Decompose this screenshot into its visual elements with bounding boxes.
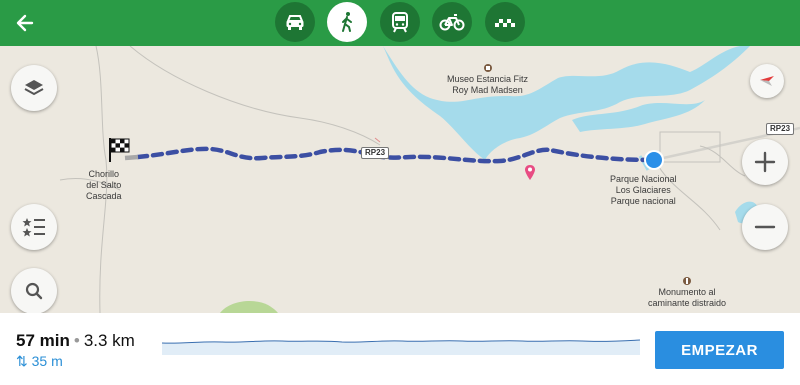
mode-car-button[interactable] xyxy=(275,2,315,42)
favorites-list-button[interactable] xyxy=(11,204,57,250)
search-button[interactable] xyxy=(11,268,57,313)
destination-label: Chorillo del Salto Cascada xyxy=(86,169,122,202)
elevation-arrows-icon: ⇅ xyxy=(16,353,28,369)
mode-transit-button[interactable] xyxy=(380,2,420,42)
separator-dot: • xyxy=(73,331,80,350)
origin-label: Parque Nacional Los Glaciares Parque nac… xyxy=(610,174,677,207)
car-icon xyxy=(286,15,304,30)
elevation-gain: ⇅ 35 m xyxy=(16,353,63,370)
zoom-out-button[interactable] xyxy=(742,204,788,250)
monument-icon xyxy=(683,277,692,285)
route-duration: 57 min xyxy=(16,331,70,350)
elevation-profile-chart xyxy=(162,339,640,355)
zoom-out-icon xyxy=(754,225,776,229)
compass-icon xyxy=(760,76,774,86)
pedestrian-icon xyxy=(342,12,352,32)
arrow-left-icon xyxy=(16,14,34,32)
museum-label-text: Museo Estancia Fitz Roy Mad Madsen xyxy=(447,74,529,95)
route-distance: 3.3 km xyxy=(83,331,135,350)
location-pin-icon[interactable] xyxy=(524,164,536,182)
origin-label-text: Parque Nacional Los Glaciares Parque nac… xyxy=(610,174,677,206)
origin-location-marker[interactable] xyxy=(643,149,665,171)
zoom-in-button[interactable] xyxy=(742,139,788,185)
destination-label-text: Chorillo del Salto Cascada xyxy=(86,169,122,201)
museum-icon xyxy=(483,64,492,72)
search-icon xyxy=(25,282,43,300)
bicycle-icon xyxy=(439,14,465,31)
mode-walk-button[interactable] xyxy=(327,2,367,42)
start-navigation-button[interactable]: EMPEZAR xyxy=(655,331,784,369)
road-label: RP23 xyxy=(766,123,795,135)
taxi-icon xyxy=(495,19,515,27)
route-mode-bar xyxy=(0,0,800,46)
mode-bike-button[interactable] xyxy=(432,2,472,42)
back-button[interactable] xyxy=(10,8,40,38)
route-summary-line: 57 min • 3.3 km xyxy=(16,331,135,351)
route-summary-panel: 57 min • 3.3 km ⇅ 35 m EMPEZAR xyxy=(0,313,800,385)
layers-button[interactable] xyxy=(11,65,57,111)
favorites-list-icon xyxy=(22,218,45,237)
mode-taxi-button[interactable] xyxy=(485,2,525,42)
finish-flag-icon xyxy=(109,138,130,162)
zoom-in-icon xyxy=(754,151,776,173)
map-view[interactable]: Museo Estancia Fitz Roy Mad Madsen Monum… xyxy=(0,46,800,313)
elevation-value: 35 m xyxy=(31,353,63,369)
layers-icon xyxy=(24,80,44,96)
train-icon xyxy=(392,12,408,33)
monument-label-text: Monumento al caminante distraido xyxy=(648,287,727,308)
road-label: RP23 xyxy=(361,147,390,159)
monument-label: Monumento al caminante distraido xyxy=(648,276,726,309)
museum-label: Museo Estancia Fitz Roy Mad Madsen xyxy=(447,63,528,96)
compass-button[interactable] xyxy=(750,64,784,98)
